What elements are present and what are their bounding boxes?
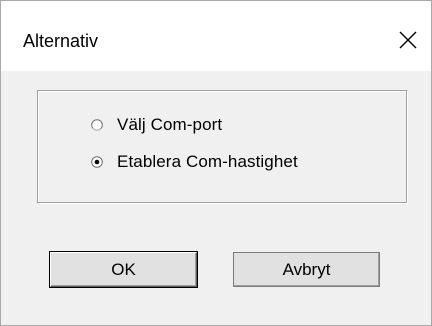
ok-button[interactable]: OK: [50, 252, 197, 287]
radio-option-valj-com-port[interactable]: Välj Com-port: [91, 114, 222, 136]
dialog-window: Alternativ Välj Com-port Etablera Com-ha…: [0, 0, 432, 326]
options-group: [37, 90, 408, 204]
radio-label: Etablera Com-hastighet: [117, 152, 298, 171]
title-bar: Alternativ: [1, 1, 431, 71]
radio-unselected-icon[interactable]: [91, 119, 103, 131]
radio-option-etablera-com-hastighet[interactable]: Etablera Com-hastighet: [91, 151, 298, 173]
window-title: Alternativ: [23, 31, 99, 51]
radio-selected-icon[interactable]: [91, 156, 103, 168]
close-button[interactable]: [393, 25, 423, 55]
cancel-button[interactable]: Avbryt: [233, 252, 380, 287]
radio-label: Välj Com-port: [117, 115, 223, 134]
close-icon: [399, 31, 417, 49]
